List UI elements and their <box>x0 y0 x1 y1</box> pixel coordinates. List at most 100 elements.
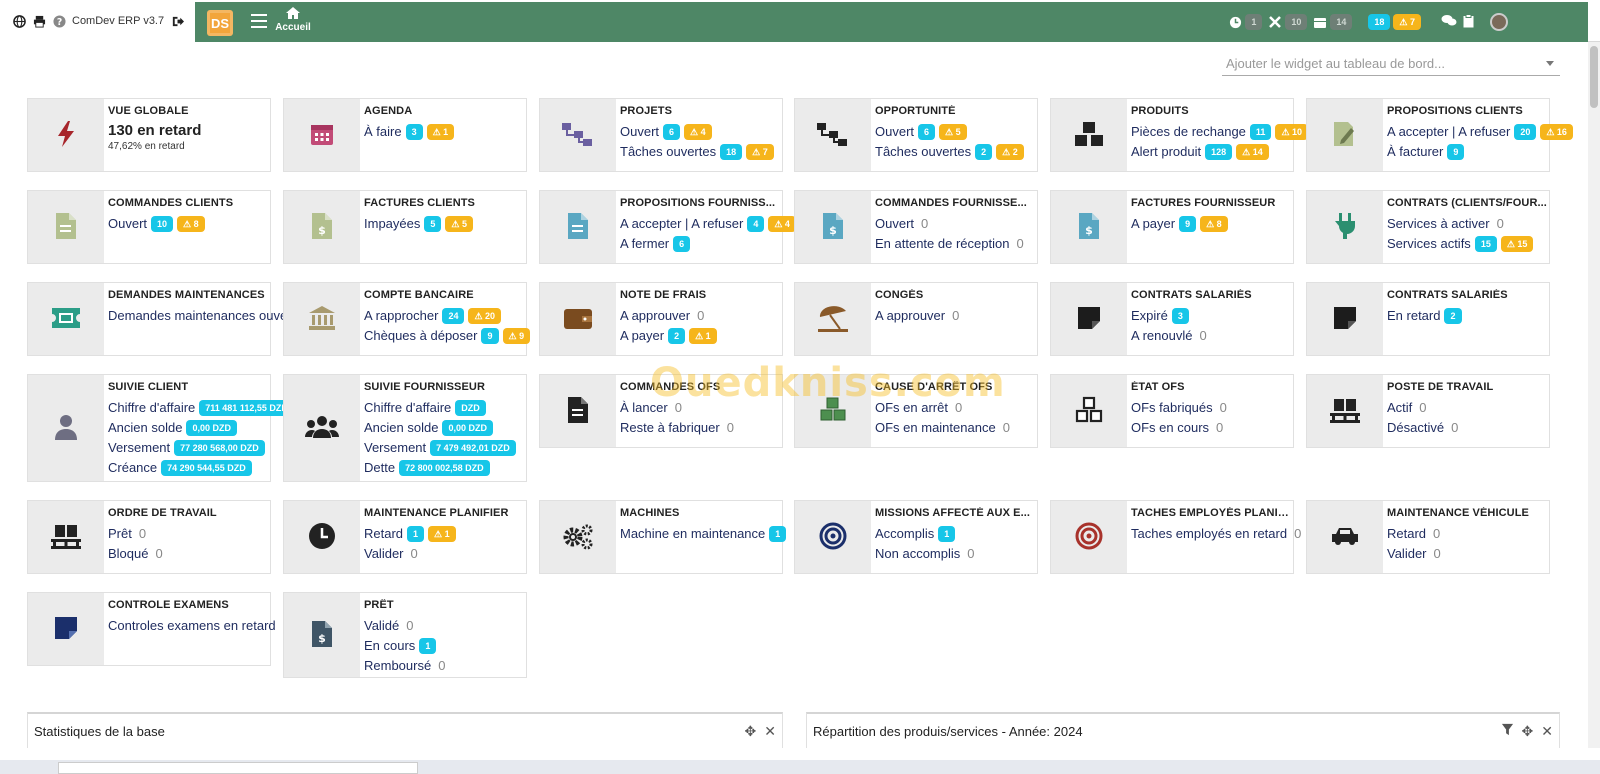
warning-badge[interactable]: ⚠ 5 <box>939 124 967 140</box>
card-suivie-fournisseur[interactable]: SUIVIE FOURNISSEUR Chiffre d'affaire DZD An… <box>283 374 527 482</box>
count-badge[interactable]: 6 <box>663 124 681 140</box>
card-row-label[interactable]: Prêt <box>108 525 132 543</box>
card-row[interactable]: Demandes maintenances ouvert <box>108 306 295 326</box>
card-row-label[interactable]: Ouvert <box>620 123 659 141</box>
warning-badge[interactable]: ⚠ 1 <box>689 328 717 344</box>
card-row[interactable]: Créance 74 290 544,55 DZD <box>108 458 268 478</box>
count-badge[interactable]: 9 <box>481 328 499 344</box>
count-badge[interactable]: 0,00 DZD <box>442 420 493 436</box>
count-badge[interactable]: 10 <box>151 216 174 232</box>
card-row[interactable]: Versement 77 280 568,00 DZD <box>108 438 268 458</box>
card-row[interactable]: Retard 1 ⚠ 1 <box>364 524 524 544</box>
card-row-label[interactable]: En attente de réception <box>875 235 1009 253</box>
count-badge[interactable]: 72 800 002,58 DZD <box>399 460 490 476</box>
card-row[interactable]: À facturer 9 <box>1387 142 1547 162</box>
card-row-label[interactable]: OFs en cours <box>1131 419 1209 437</box>
card-row[interactable]: Dette 72 800 002,58 DZD <box>364 458 524 478</box>
card-row[interactable]: Actif 0 <box>1387 398 1547 418</box>
card-commandes-clients[interactable]: COMMANDES CLIENTS Ouvert 10 ⚠ 8 <box>27 190 271 264</box>
count-badge[interactable]: 1 <box>769 526 787 542</box>
card-row[interactable]: Ouvert 6 ⚠ 4 <box>620 122 780 142</box>
card-row[interactable]: En retard 2 <box>1387 306 1547 326</box>
card-row-label[interactable]: Remboursé <box>364 657 431 675</box>
count-badge[interactable]: 9 <box>1179 216 1197 232</box>
card-row[interactable]: Tâches ouvertes 2 ⚠ 2 <box>875 142 1035 162</box>
filter-icon[interactable] <box>1501 723 1514 739</box>
card-row-label[interactable]: A rapprocher <box>364 307 438 325</box>
card-row[interactable]: OFs en arrêt 0 <box>875 398 1035 418</box>
print-icon[interactable] <box>32 14 46 28</box>
card-row-label[interactable]: À lancer <box>620 399 668 417</box>
card-row-label[interactable]: Dette <box>364 459 395 477</box>
card-row[interactable]: Bloqué 0 <box>108 544 268 564</box>
card-row[interactable]: Ouvert 6 ⚠ 5 <box>875 122 1035 142</box>
warning-badge[interactable]: ⚠ 1 <box>428 526 456 542</box>
card-row[interactable]: Valider 0 <box>1387 544 1547 564</box>
card-row-label[interactable]: Ouvert <box>875 215 914 233</box>
card-row[interactable]: Machine en maintenance 1 <box>620 524 787 544</box>
card-commandes-fournisseurs[interactable]: $ COMMANDES FOURNISSE... Ouvert 0 En attente… <box>794 190 1038 264</box>
card-row[interactable]: OFs en maintenance 0 <box>875 418 1035 438</box>
folder-counter[interactable]: 14 <box>1313 14 1353 30</box>
count-badge[interactable]: 128 <box>1205 144 1233 160</box>
warning-badge[interactable]: ⚠ 20 <box>468 308 502 324</box>
card-row[interactable]: OFs fabriqués 0 <box>1131 398 1291 418</box>
card-row[interactable]: À faire 3 ⚠ 1 <box>364 122 524 142</box>
card-row-label[interactable]: Retard <box>364 525 403 543</box>
card-row[interactable]: A approuver 0 <box>875 306 1035 326</box>
card-row-label[interactable]: Validé <box>364 617 399 635</box>
card-opportunite[interactable]: OPPORTUNITÉ Ouvert 6 ⚠ 5 Tâches ouvertes 2 ⚠ 2 <box>794 98 1038 172</box>
bottom-tab[interactable] <box>58 762 418 774</box>
card-row[interactable]: Taches employés en retard 0 <box>1131 524 1301 544</box>
tools-counter[interactable]: 10 <box>1268 14 1308 30</box>
card-row-label[interactable]: A approuver <box>875 307 945 325</box>
card-row-label[interactable]: Valider <box>364 545 404 563</box>
card-row-label[interactable]: À faire <box>364 123 402 141</box>
card-produits[interactable]: PRODUITS Pièces de rechange 11 ⚠ 10 Alert pr… <box>1050 98 1309 172</box>
count-badge[interactable]: 2 <box>668 328 686 344</box>
warning-badge[interactable]: ⚠ 8 <box>1200 216 1228 232</box>
clipboard-icon[interactable] <box>1463 13 1474 31</box>
count-badge[interactable]: 18 <box>720 144 743 160</box>
move-icon[interactable]: ✥ <box>1522 723 1534 740</box>
card-row-label[interactable]: A approuver <box>620 307 690 325</box>
card-row-label[interactable]: Tâches ouvertes <box>875 143 971 161</box>
card-row-label[interactable]: Expiré <box>1131 307 1168 325</box>
card-row[interactable]: A fermer 6 <box>620 234 780 254</box>
card-propositions-fournisseurs[interactable]: PROPOSITIONS FOURNISS... A accepter | A r… <box>539 190 796 264</box>
card-suivie-client[interactable]: SUIVIE CLIENT Chiffre d'affaire 711 481 11… <box>27 374 294 482</box>
card-row[interactable]: Services actifs 15 ⚠ 15 <box>1387 234 1547 254</box>
card-row-label[interactable]: Versement <box>108 439 170 457</box>
warning-badge[interactable]: ⚠ 1 <box>426 124 455 140</box>
card-row-label[interactable]: Chiffre d'affaire <box>108 399 195 417</box>
card-row-label[interactable]: Controles examens en retard <box>108 617 276 635</box>
count-badge[interactable]: DZD <box>455 400 486 416</box>
card-row[interactable]: A rapprocher 24 ⚠ 20 <box>364 306 524 326</box>
card-row[interactable]: Validé 0 <box>364 616 524 636</box>
card-row[interactable]: Non accomplis 0 <box>875 544 1035 564</box>
card-row[interactable]: A approuver 0 <box>620 306 780 326</box>
card-row-label[interactable]: Accomplis <box>875 525 934 543</box>
warning-badge[interactable]: ⚠ 8 <box>177 216 205 232</box>
card-ordre-de-travail[interactable]: ORDRE DE TRAVAIL Prêt 0 Bloqué 0 <box>27 500 271 574</box>
card-maintenance-vehicule[interactable]: MAINTENANCE VÉHICULE Retard 0 Valider 0 <box>1306 500 1550 574</box>
card-row[interactable]: Ancien solde 0,00 DZD <box>108 418 268 438</box>
home-button[interactable]: Accueil <box>275 6 311 33</box>
clock-counter[interactable]: 1 <box>1229 14 1263 30</box>
help-icon[interactable]: ? <box>52 14 66 28</box>
card-vue-globale[interactable]: VUE GLOBALE 130 en retard 47,62% en retard <box>27 98 271 172</box>
card-compte-bancaire[interactable]: COMPTE BANCAIRE A rapprocher 24 ⚠ 20 Chèques… <box>283 282 531 356</box>
card-row-label[interactable]: Pièces de rechange <box>1131 123 1246 141</box>
card-agenda[interactable]: AGENDA À faire 3 ⚠ 1 <box>283 98 527 172</box>
card-controle-examens[interactable]: CONTROLE EXAMENS Controles examens en ret… <box>27 592 290 666</box>
count-badge[interactable]: 2 <box>975 144 993 160</box>
card-row-label[interactable]: Demandes maintenances ouvert <box>108 307 295 325</box>
card-row[interactable]: Ancien solde 0,00 DZD <box>364 418 524 438</box>
card-row-label[interactable]: Ouvert <box>108 215 147 233</box>
tasks-counter[interactable]: 18 ⚠ 7 <box>1368 14 1421 30</box>
warning-badge[interactable]: ⚠ 7 <box>746 144 774 160</box>
card-contrats-salaries-1[interactable]: CONTRATS SALARIÉS Expiré 3 A renouvlé 0 <box>1050 282 1294 356</box>
card-poste-de-travail[interactable]: POSTE DE TRAVAIL Actif 0 Désactivé 0 <box>1306 374 1550 448</box>
card-row-label[interactable]: A accepter | A refuser <box>620 215 743 233</box>
card-row-label[interactable]: Versement <box>364 439 426 457</box>
